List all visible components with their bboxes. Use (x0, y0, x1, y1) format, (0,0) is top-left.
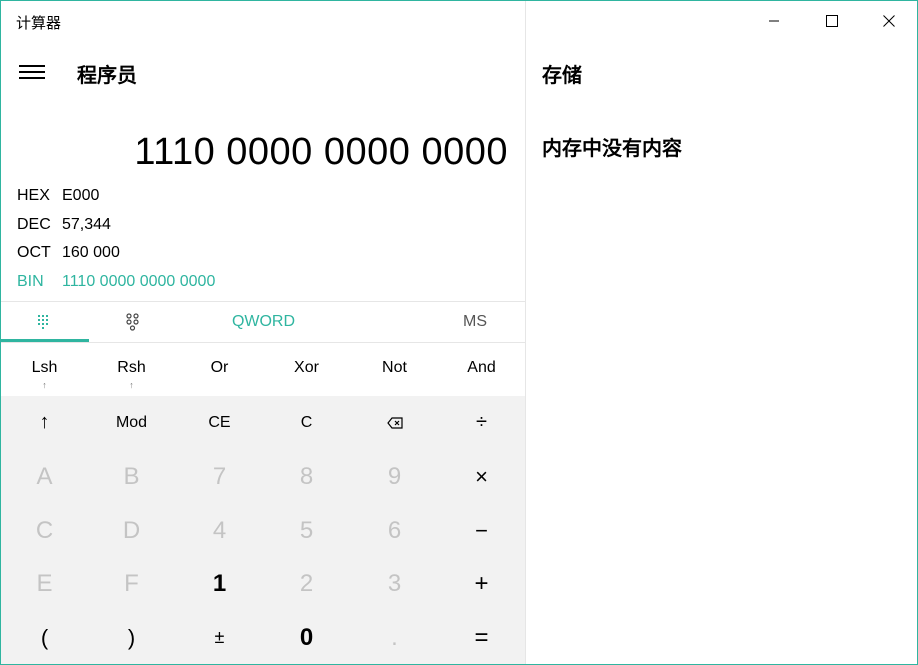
digit-c-button[interactable]: C (1, 504, 88, 557)
memory-title: 存储 (542, 65, 582, 87)
keypad: ↑ Mod CE C ÷ A B 7 8 9 × C D 4 5 6 − E F… (1, 396, 525, 664)
xor-button[interactable]: Xor (263, 343, 350, 396)
digit-1-button[interactable]: 1 (176, 557, 263, 610)
lsh-button[interactable]: Lsh ↑ (1, 343, 88, 396)
digit-9-button[interactable]: 9 (351, 450, 438, 503)
add-button[interactable]: + (438, 557, 525, 610)
minimize-button[interactable] (745, 1, 802, 41)
radix-value: E000 (62, 187, 100, 204)
shift-button[interactable]: ↑ (1, 396, 88, 449)
digit-0-button[interactable]: 0 (263, 611, 350, 664)
digit-a-button[interactable]: A (1, 450, 88, 503)
radix-label: HEX (17, 187, 50, 204)
hamburger-icon[interactable] (19, 62, 45, 82)
shift-up-icon: ↑ (129, 380, 134, 390)
clear-entry-button[interactable]: CE (176, 396, 263, 449)
radix-value: 57,344 (62, 216, 111, 233)
radix-hex[interactable]: HEX E000 (17, 187, 99, 209)
radix-dec[interactable]: DEC 57,344 (17, 216, 111, 238)
key-label: Not (382, 359, 407, 376)
radix-label: DEC (17, 216, 51, 233)
radix-value: 160 000 (62, 244, 120, 261)
calculator-pane: 计算器 程序员 1110 0000 0000 0000 HEX E000 DEC… (1, 1, 525, 664)
digit-3-button[interactable]: 3 (351, 557, 438, 610)
bit-toggle-keypad-icon (125, 313, 139, 331)
result-display: 1110 0000 0000 0000 (134, 131, 508, 173)
word-size-button[interactable]: QWORD (176, 302, 351, 342)
digit-e-button[interactable]: E (1, 557, 88, 610)
key-label: Lsh (31, 359, 58, 376)
radix-label: OCT (17, 244, 51, 261)
maximize-button[interactable] (803, 1, 860, 41)
or-button[interactable]: Or (176, 343, 263, 396)
negate-button[interactable]: ± (176, 611, 263, 664)
digit-2-button[interactable]: 2 (263, 557, 350, 610)
digit-d-button[interactable]: D (88, 504, 175, 557)
mod-button[interactable]: Mod (88, 396, 175, 449)
full-keypad-icon (38, 315, 48, 329)
and-button[interactable]: And (438, 343, 525, 396)
bit-operations-row: Lsh ↑ Rsh ↑ Or Xor Not And (1, 343, 525, 396)
digit-f-button[interactable]: F (88, 557, 175, 610)
divide-button[interactable]: ÷ (438, 396, 525, 449)
digit-7-button[interactable]: 7 (176, 450, 263, 503)
close-icon (882, 15, 895, 27)
radix-label: BIN (17, 273, 44, 290)
backspace-icon (386, 416, 403, 429)
mode-title: 程序员 (77, 65, 137, 87)
multiply-button[interactable]: × (438, 450, 525, 503)
open-paren-button[interactable]: ( (1, 611, 88, 664)
digit-4-button[interactable]: 4 (176, 504, 263, 557)
clear-button[interactable]: C (263, 396, 350, 449)
app-title: 计算器 (16, 15, 62, 32)
key-label: And (467, 359, 496, 376)
key-label: Rsh (117, 359, 146, 376)
maximize-icon (825, 15, 838, 27)
equals-button[interactable]: = (438, 611, 525, 664)
keypad-tabs: QWORD MS (1, 302, 525, 342)
memory-pane: 存储 内存中没有内容 (526, 1, 917, 664)
not-button[interactable]: Not (351, 343, 438, 396)
decimal-button[interactable]: . (351, 611, 438, 664)
shift-up-icon: ↑ (42, 380, 47, 390)
tab-full-keypad[interactable] (1, 302, 89, 342)
digit-b-button[interactable]: B (88, 450, 175, 503)
memory-empty-message: 内存中没有内容 (542, 138, 682, 160)
radix-oct[interactable]: OCT 160 000 (17, 244, 120, 266)
tab-bit-toggle[interactable] (89, 302, 176, 342)
rsh-button[interactable]: Rsh ↑ (88, 343, 175, 396)
key-label: Or (210, 359, 229, 376)
minimize-icon (768, 20, 779, 22)
digit-8-button[interactable]: 8 (263, 450, 350, 503)
close-button[interactable] (860, 1, 917, 41)
subtract-button[interactable]: − (438, 504, 525, 557)
digit-5-button[interactable]: 5 (263, 504, 350, 557)
backspace-button[interactable] (351, 396, 438, 449)
digit-6-button[interactable]: 6 (351, 504, 438, 557)
memory-store-button[interactable]: MS (438, 302, 512, 342)
close-paren-button[interactable]: ) (88, 611, 175, 664)
radix-bin[interactable]: BIN 1110 0000 0000 0000 (17, 273, 215, 295)
radix-value: 1110 0000 0000 0000 (62, 273, 216, 290)
key-label: Xor (294, 359, 319, 376)
calculator-window: 计算器 程序员 1110 0000 0000 0000 HEX E000 DEC… (0, 0, 918, 665)
